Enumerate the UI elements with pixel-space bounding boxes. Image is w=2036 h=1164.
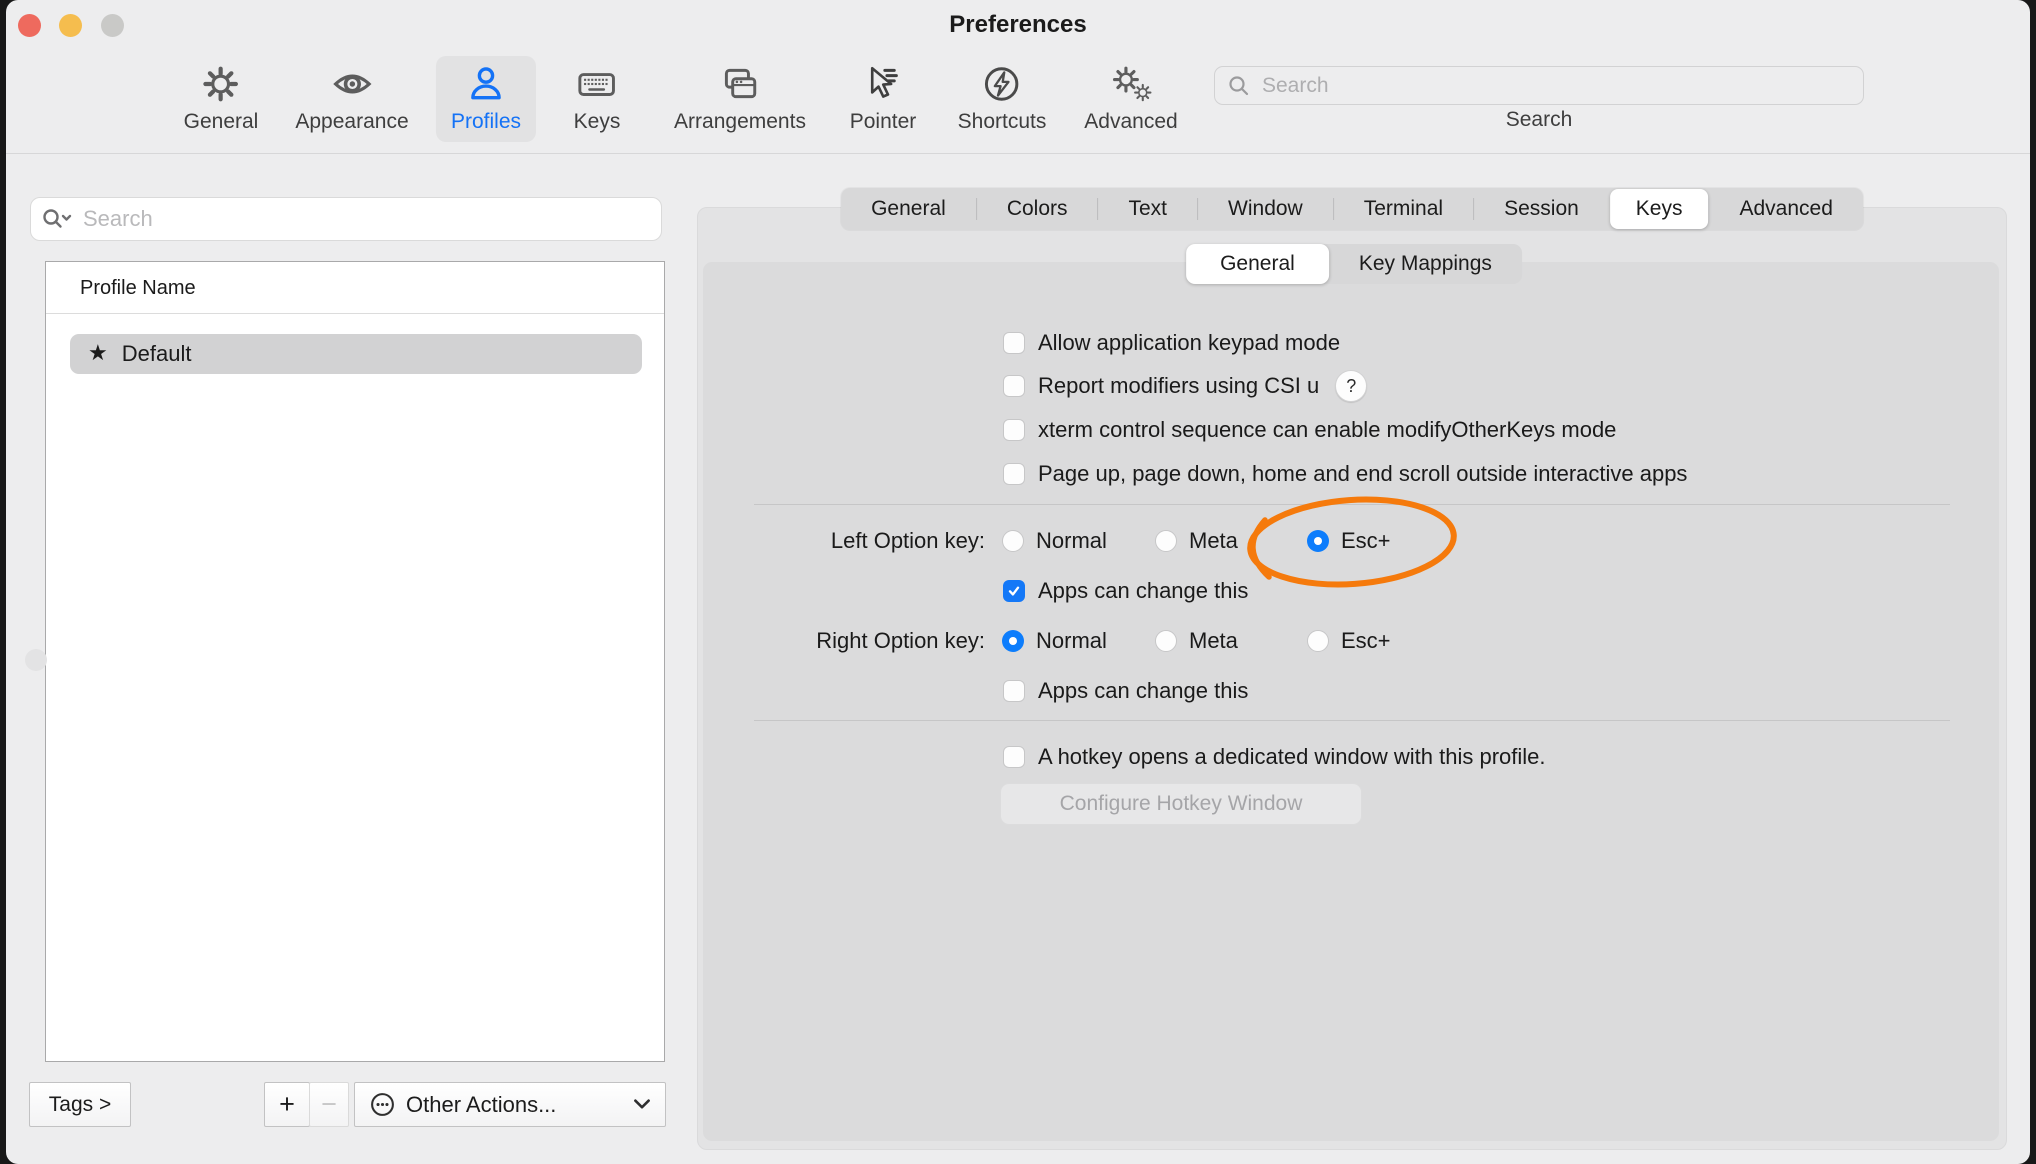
radio-circle[interactable] (1307, 630, 1329, 652)
titlebar: Preferences (6, 0, 2030, 50)
lightning-icon (980, 62, 1024, 106)
toolbar-item-shortcuts[interactable]: Shortcuts (943, 56, 1062, 142)
left-option-key-label: Left Option key: (606, 527, 985, 555)
star-icon: ★ (88, 343, 108, 365)
toolbar-search-input[interactable] (1260, 73, 1851, 99)
configure-hotkey-window-button: Configure Hotkey Window (1000, 783, 1362, 825)
checkbox-page-scroll[interactable] (1003, 463, 1025, 485)
toolbar-search-caption: Search (1214, 108, 1864, 132)
checkbox-left-apps-change[interactable] (1003, 580, 1025, 602)
checkbox-keypad-mode[interactable] (1003, 332, 1025, 354)
gears-icon (1109, 62, 1153, 106)
radio-right-meta[interactable]: Meta (1155, 627, 1238, 655)
eye-icon (330, 62, 374, 106)
profile-search-field[interactable] (30, 197, 662, 241)
toolbar-item-keys[interactable]: Keys (559, 56, 636, 142)
row-right-apps-can-change: Apps can change this (1003, 677, 1248, 705)
toolbar-divider (6, 153, 2030, 154)
row-keypad-mode: Allow application keypad mode (1003, 329, 1340, 357)
checkbox-hotkey-window[interactable] (1003, 746, 1025, 768)
gear-icon (199, 62, 243, 106)
checkbox-csi-u[interactable] (1003, 375, 1025, 397)
search-filter-icon (41, 207, 73, 231)
keys-subtab-bar: General Key Mappings (1186, 244, 1522, 284)
search-icon (1227, 74, 1251, 98)
tab-keys[interactable]: Keys (1610, 189, 1709, 229)
profile-list-header: Profile Name (80, 277, 196, 300)
tab-session[interactable]: Session (1474, 188, 1609, 230)
person-icon (464, 62, 508, 106)
toolbar-item-appearance[interactable]: Appearance (280, 56, 423, 142)
toolbar-item-advanced[interactable]: Advanced (1069, 56, 1192, 142)
tab-colors[interactable]: Colors (977, 188, 1098, 230)
add-profile-button[interactable]: + (264, 1082, 310, 1127)
subtab-key-mappings[interactable]: Key Mappings (1329, 244, 1522, 284)
tab-window[interactable]: Window (1198, 188, 1333, 230)
tab-general[interactable]: General (841, 188, 976, 230)
cursor-icon (861, 62, 905, 106)
profile-tab-bar: General Colors Text Window Terminal Sess… (841, 188, 1863, 230)
tab-terminal[interactable]: Terminal (1334, 188, 1473, 230)
toolbar-item-arrangements[interactable]: Arrangements (659, 56, 821, 142)
remove-profile-button: − (309, 1082, 349, 1127)
row-csi-u: Report modifiers using CSI u ? (1003, 372, 1367, 400)
other-actions-label: Other Actions... (406, 1092, 556, 1118)
profile-search-input[interactable] (81, 205, 651, 233)
section-divider (754, 720, 1950, 721)
radio-right-normal[interactable]: Normal (1002, 627, 1107, 655)
tab-advanced[interactable]: Advanced (1709, 188, 1862, 230)
subtab-general[interactable]: General (1186, 244, 1329, 284)
toolbar-item-pointer[interactable]: Pointer (835, 56, 932, 142)
toolbar-item-profiles[interactable]: Profiles (436, 56, 536, 142)
radio-left-normal[interactable]: Normal (1002, 527, 1107, 555)
radio-circle-selected[interactable] (1307, 530, 1329, 552)
toolbar-search-field[interactable] (1214, 66, 1864, 105)
checkbox-modify-other-keys[interactable] (1003, 419, 1025, 441)
tags-button[interactable]: Tags > (29, 1082, 131, 1127)
section-divider (754, 504, 1950, 505)
radio-circle[interactable] (1002, 530, 1024, 552)
other-actions-dropdown[interactable]: Other Actions... (354, 1082, 666, 1127)
checkbox-right-apps-change[interactable] (1003, 680, 1025, 702)
profile-row-default[interactable]: ★ Default (70, 334, 642, 374)
radio-circle[interactable] (1155, 630, 1177, 652)
toolbar-item-general[interactable]: General (169, 56, 274, 142)
help-button[interactable]: ? (1335, 370, 1367, 402)
radio-left-meta[interactable]: Meta (1155, 527, 1238, 555)
chevron-down-icon (633, 1099, 651, 1110)
row-hotkey-window: A hotkey opens a dedicated window with t… (1003, 743, 1546, 771)
ellipsis-circle-icon (369, 1091, 396, 1118)
row-left-apps-can-change: Apps can change this (1003, 577, 1248, 605)
radio-circle[interactable] (1155, 530, 1177, 552)
header-divider (46, 313, 664, 314)
window-title: Preferences (6, 11, 2030, 39)
radio-left-esc[interactable]: Esc+ (1307, 527, 1391, 555)
profile-name: Default (122, 341, 192, 367)
keyboard-icon (575, 62, 619, 106)
tab-text[interactable]: Text (1099, 188, 1198, 230)
preferences-window: Preferences General Appearance Profiles … (6, 0, 2030, 1164)
row-modify-other-keys: xterm control sequence can enable modify… (1003, 416, 1616, 444)
windows-icon (718, 62, 762, 106)
profile-list: Profile Name ★ Default (45, 261, 665, 1062)
radio-right-esc[interactable]: Esc+ (1307, 627, 1391, 655)
gray-dot-artifact (25, 649, 47, 671)
right-option-key-label: Right Option key: (606, 627, 985, 655)
row-page-scroll: Page up, page down, home and end scroll … (1003, 460, 1687, 488)
radio-circle-selected[interactable] (1002, 630, 1024, 652)
